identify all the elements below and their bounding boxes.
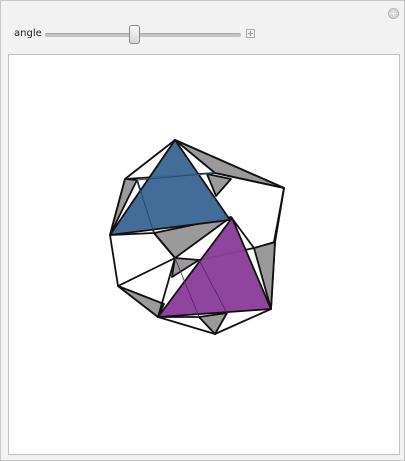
angle-slider-thumb[interactable] [129,25,140,44]
polyhedron-graphic[interactable] [9,55,399,454]
angle-slider-track[interactable] [45,33,241,37]
close-icon[interactable] [388,8,399,19]
angle-label: angle [14,28,42,39]
expand-controls-icon[interactable] [246,29,255,38]
polyhedron [109,139,285,335]
graphics-3d-viewport[interactable] [8,54,400,455]
demonstration-panel: angle [0,0,405,461]
